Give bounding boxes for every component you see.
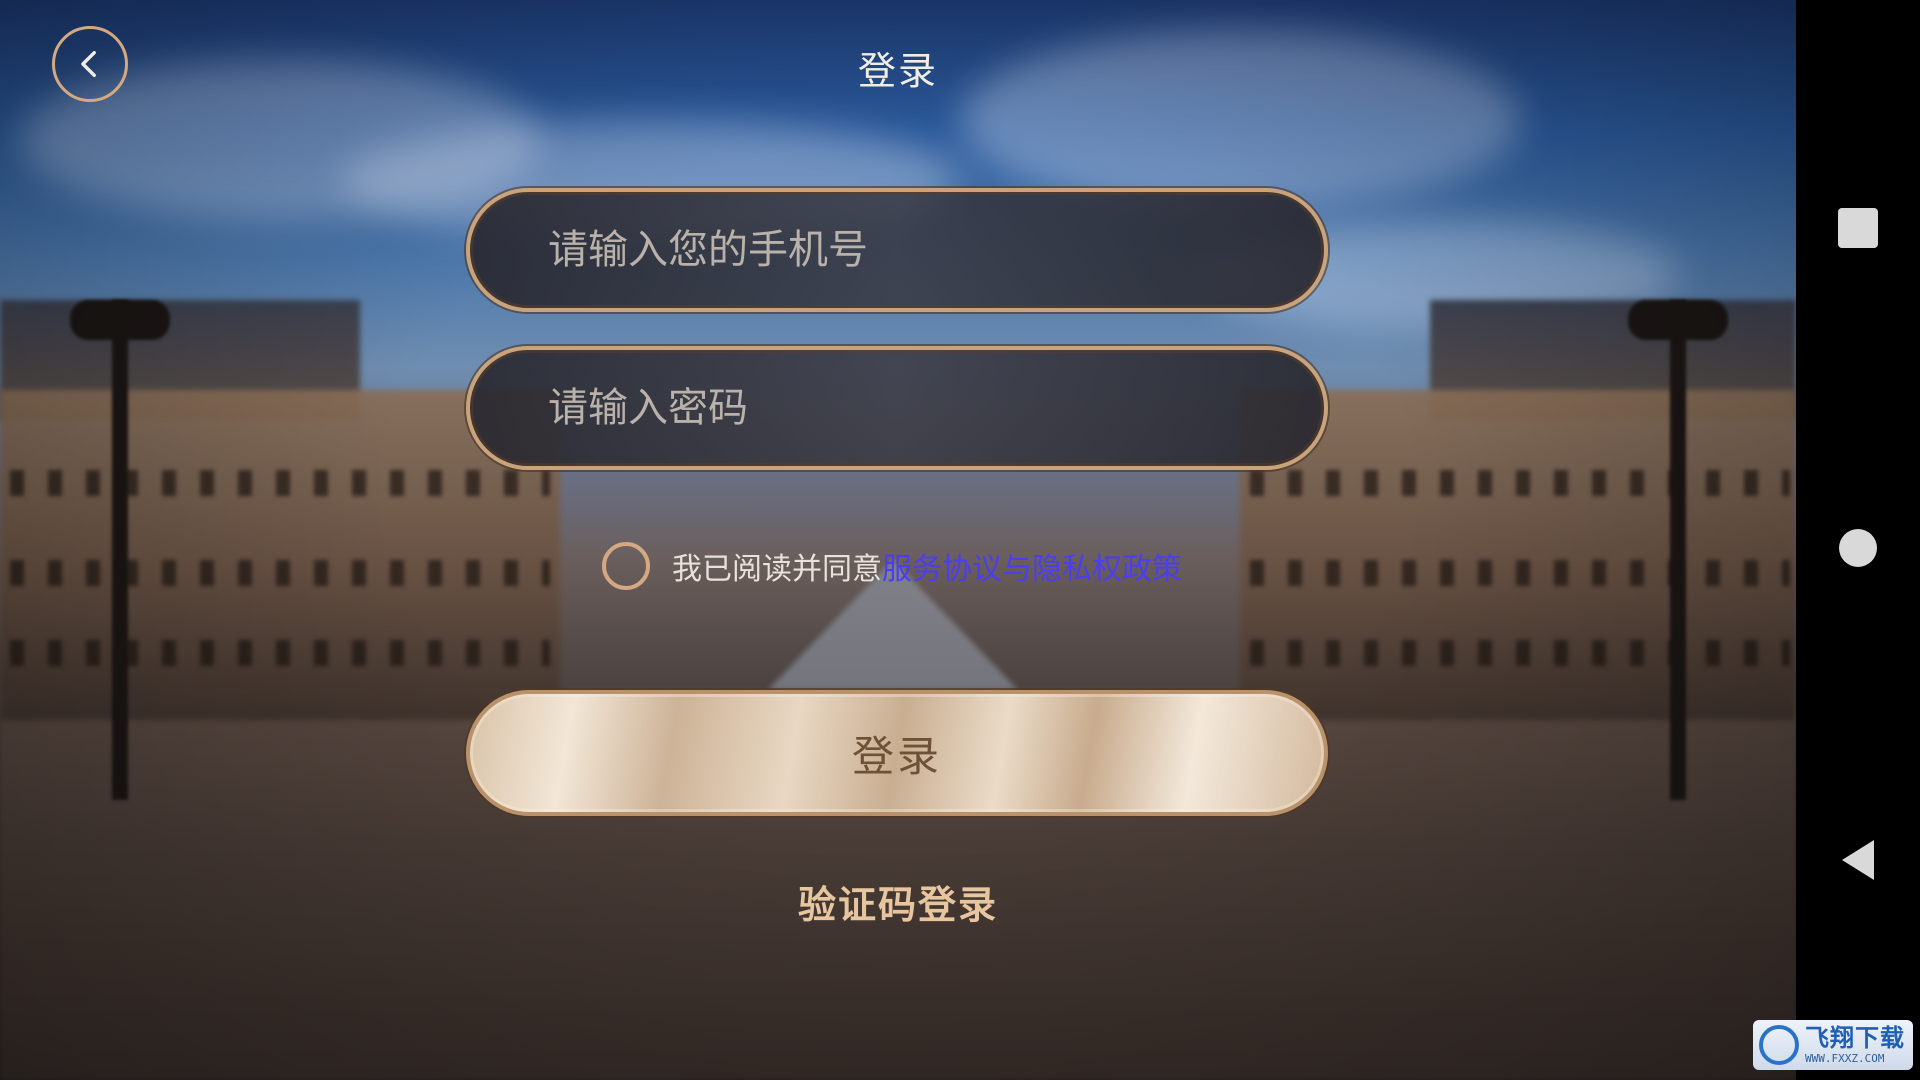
watermark-text: 飞翔下载 WWW.FXXZ.COM <box>1805 1026 1905 1064</box>
android-nav-bar <box>1796 0 1920 1080</box>
nav-back-button[interactable] <box>1796 828 1920 892</box>
agreement-radio[interactable] <box>602 542 650 590</box>
phone-field[interactable] <box>466 188 1328 312</box>
watermark-logo-icon <box>1759 1025 1799 1065</box>
home-button[interactable] <box>1796 516 1920 580</box>
login-button[interactable]: 登录 <box>466 690 1328 816</box>
password-field[interactable] <box>466 346 1328 470</box>
screen: 登录 我已阅读并同意服务协议与隐私权政策 登录 验证码登录 <box>0 0 1920 1080</box>
page-title: 登录 <box>857 49 938 93</box>
agreement-link[interactable]: 服务协议与隐私权政策 <box>882 544 1182 588</box>
watermark-sub: WWW.FXXZ.COM <box>1805 1052 1885 1065</box>
watermark: 飞翔下载 WWW.FXXZ.COM <box>1753 1020 1913 1070</box>
recent-apps-icon <box>1838 208 1878 248</box>
watermark-main: 飞翔下载 <box>1805 1024 1905 1052</box>
back-triangle-icon <box>1842 840 1874 880</box>
password-input[interactable] <box>546 384 1270 432</box>
login-button-label: 登录 <box>851 731 942 781</box>
agreement-text: 我已阅读并同意 <box>672 552 882 587</box>
login-screen: 登录 我已阅读并同意服务协议与隐私权政策 登录 验证码登录 <box>0 0 1796 1080</box>
phone-input[interactable] <box>546 226 1270 274</box>
code-login-row: 验证码登录 <box>0 874 1796 929</box>
code-login-link[interactable]: 验证码登录 <box>798 883 998 927</box>
recent-apps-button[interactable] <box>1796 196 1920 260</box>
home-icon <box>1839 529 1877 567</box>
agreement-row: 我已阅读并同意 服务协议与隐私权政策 <box>602 542 1182 590</box>
